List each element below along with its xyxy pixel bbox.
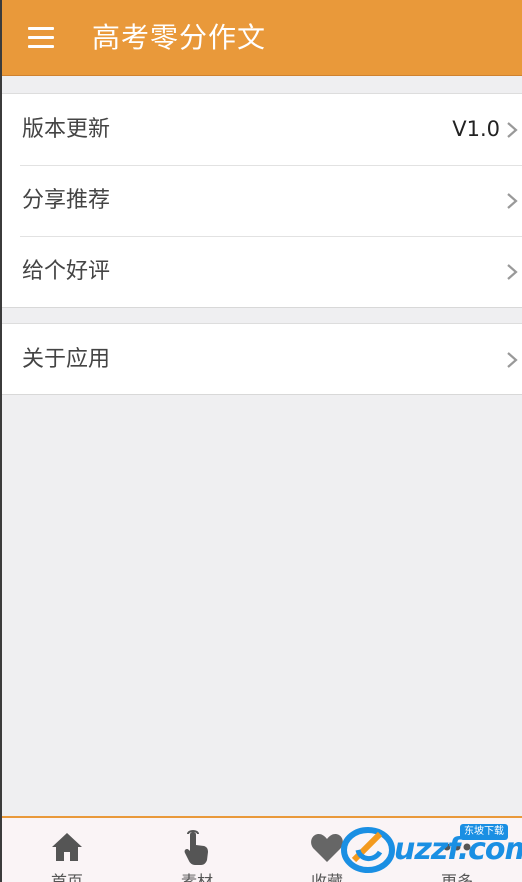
app-screen: 高考零分作文 版本更新 V1.0 分享推荐 给个好评 关于应用 首页 素材 收藏…	[2, 0, 522, 882]
settings-row-rate[interactable]: 给个好评	[2, 236, 522, 307]
chevron-right-icon	[507, 352, 518, 368]
settings-group-about: 关于应用	[2, 323, 522, 395]
watermark-badge: 东坡下载	[460, 824, 508, 840]
row-label: 分享推荐	[22, 188, 111, 213]
settings-row-about[interactable]: 关于应用	[2, 324, 522, 395]
version-value: V1.0	[452, 117, 500, 141]
chevron-right-icon	[507, 264, 518, 280]
nav-item-home[interactable]: 首页	[2, 818, 132, 882]
chevron-right-icon	[507, 193, 518, 209]
hand-pointer-icon	[184, 830, 208, 865]
row-label: 关于应用	[22, 347, 111, 372]
row-label: 版本更新	[22, 117, 111, 142]
hamburger-menu-icon[interactable]	[20, 20, 60, 56]
home-icon	[52, 833, 82, 861]
settings-row-version-update[interactable]: 版本更新 V1.0	[2, 94, 522, 165]
site-watermark: uzzf.com 东坡下载	[340, 818, 522, 880]
nav-item-material[interactable]: 素材	[132, 818, 262, 882]
top-app-bar: 高考零分作文	[2, 0, 522, 76]
settings-row-share[interactable]: 分享推荐	[2, 165, 522, 236]
row-label: 给个好评	[22, 259, 111, 284]
chevron-right-icon	[507, 122, 518, 138]
settings-group-main: 版本更新 V1.0 分享推荐 给个好评	[2, 93, 522, 308]
watermark-logo-icon	[341, 827, 395, 873]
app-title: 高考零分作文	[92, 21, 267, 54]
nav-label: 首页	[50, 872, 83, 882]
nav-label: 素材	[180, 872, 213, 882]
